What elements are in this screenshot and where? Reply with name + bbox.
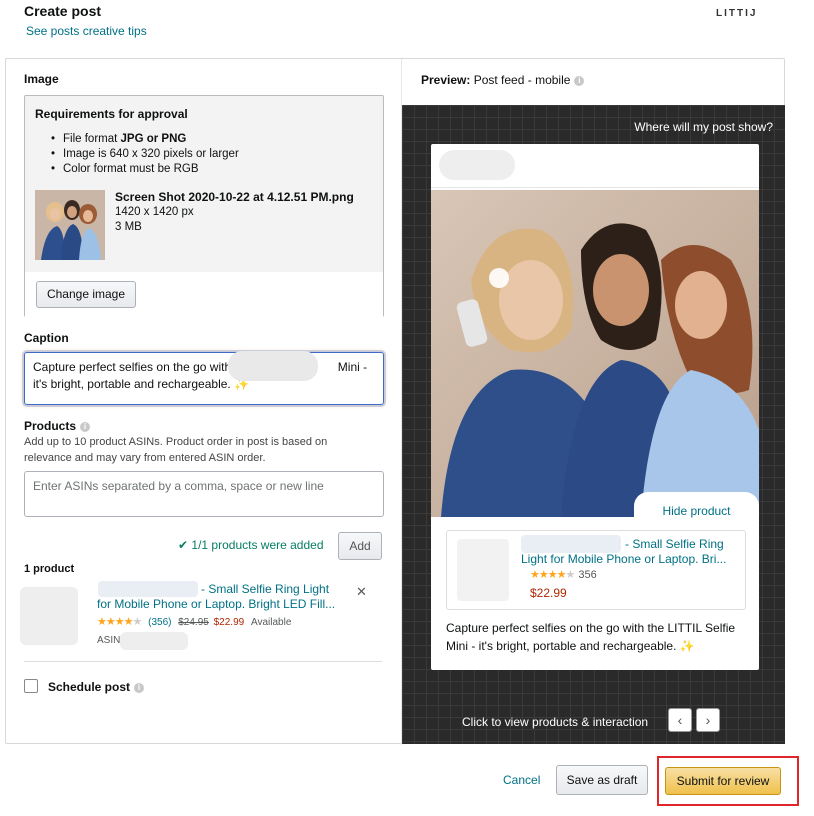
caption-textarea[interactable]: Capture perfect selfies on the go with t… [24, 352, 384, 405]
file-dimensions: 1420 x 1420 px [115, 206, 194, 218]
star-rating-icon: ★★★★★ [530, 569, 575, 581]
list-price: $24.95 [178, 617, 209, 628]
divider [24, 661, 382, 662]
divider [431, 187, 759, 188]
requirement-item: Image is 640 x 320 pixels or larger [51, 147, 239, 162]
redacted-asin-mask [120, 632, 188, 650]
caption-label: Caption [24, 331, 69, 345]
asin-input[interactable]: Enter ASINs separated by a comma, space … [24, 471, 384, 517]
prev-arrow-button[interactable]: ‹ [668, 708, 692, 732]
requirements-title: Requirements for approval [35, 107, 188, 121]
image-requirements-box: Requirements for approval File format JP… [24, 95, 384, 317]
products-help-text: Add up to 10 product ASINs. Product orde… [24, 436, 328, 464]
sale-price: $22.99 [213, 617, 245, 628]
products-added-message: ✔ 1/1 products were added [178, 538, 324, 552]
brand-logo: LITTIJ [716, 8, 758, 19]
save-draft-button[interactable]: Save as draft [556, 765, 648, 795]
submit-for-review-button[interactable]: Submit for review [665, 767, 781, 795]
schedule-post-checkbox[interactable] [24, 679, 38, 693]
page-header: Create post See posts creative tips LITT… [0, 0, 814, 48]
requirement-item: File format JPG or PNG [51, 132, 239, 147]
star-rating-icon: ★★★★★ [97, 616, 142, 628]
preview-product-rating: ★★★★★ 356 [530, 569, 597, 581]
preview-product-thumbnail [457, 539, 509, 601]
preview-label: Preview: Post feed - mobile i [421, 73, 585, 87]
creative-tips-link[interactable]: See posts creative tips [26, 24, 147, 38]
products-label: Products i [24, 419, 91, 433]
requirements-list: File format JPG or PNG Image is 640 x 32… [51, 132, 239, 177]
preview-product-name[interactable]: - Small Selfie Ring Light for Mobile Phon… [521, 537, 741, 567]
cancel-link[interactable]: Cancel [503, 773, 540, 787]
availability: Available [251, 617, 292, 628]
post-preview-card: Hide product - Small Selfie Ring Light fo… [431, 144, 759, 670]
file-name: Screen Shot 2020-10-22 at 4.12.51 PM.png [115, 190, 354, 204]
post-image[interactable] [431, 190, 759, 517]
product-count-label: 1 product [24, 563, 75, 575]
review-count[interactable]: (356) [148, 617, 171, 628]
info-icon[interactable]: i [80, 422, 91, 432]
uploaded-image-thumbnail [35, 190, 105, 260]
check-icon: ✔ [178, 538, 189, 552]
sparkle-emoji: ✨ [679, 639, 695, 653]
requirement-item: Color format must be RGB [51, 162, 239, 177]
add-asin-button[interactable]: Add [338, 532, 382, 560]
preview-product-price: $22.99 [530, 586, 567, 600]
click-to-view-text: Click to view products & interaction [462, 715, 649, 729]
product-name-link[interactable]: - Small Selfie Ring Light for Mobile Phon… [97, 582, 347, 612]
create-post-card: Image Requirements for approval File for… [5, 58, 785, 745]
product-rating-row: ★★★★★ (356) $24.95 $22.99 Available [97, 615, 291, 628]
product-thumbnail [20, 587, 78, 645]
preview-caption: Capture perfect selfies on the go with t… [446, 621, 736, 653]
hide-product-button[interactable]: Hide product [634, 492, 759, 524]
where-will-post-show-link[interactable]: Where will my post show? [634, 120, 773, 134]
info-icon[interactable]: i [134, 683, 145, 693]
preview-area: Where will my post show? Hide product - … [402, 105, 785, 744]
redacted-brand-mask [228, 351, 318, 381]
next-arrow-button[interactable]: › [696, 708, 720, 732]
page-title: Create post [24, 3, 102, 19]
preview-product-card[interactable]: - Small Selfie Ring Light for Mobile Phon… [446, 530, 746, 610]
change-image-button[interactable]: Change image [36, 281, 136, 308]
redacted-brand-avatar [439, 150, 515, 180]
remove-product-icon[interactable]: ✕ [356, 584, 367, 600]
file-size: 3 MB [115, 221, 142, 233]
schedule-post-label: Schedule post i [48, 680, 145, 694]
info-icon[interactable]: i [574, 76, 585, 86]
image-section-label: Image [24, 72, 59, 86]
